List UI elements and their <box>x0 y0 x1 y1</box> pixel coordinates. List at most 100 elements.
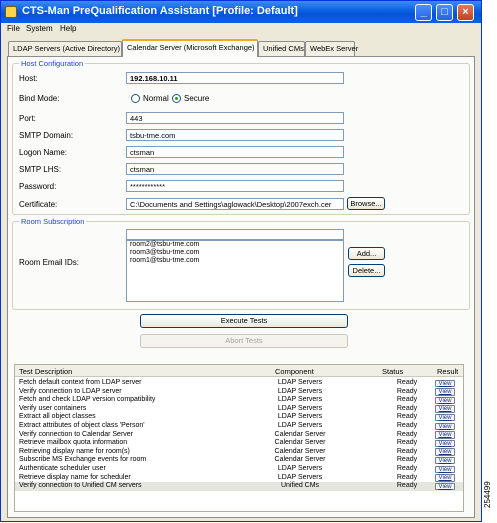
table-row[interactable]: Extract attributes of object class 'Pers… <box>15 422 463 431</box>
col-test-description[interactable]: Test Description <box>19 367 72 376</box>
test-description-cell: Extract attributes of object class 'Pers… <box>19 422 145 429</box>
table-row[interactable]: Retrieve display name for scheduler LDAP … <box>15 474 463 483</box>
component-cell: LDAP Servers <box>277 379 323 386</box>
logon-name-input[interactable]: ctsman <box>126 146 344 158</box>
tab-webex-server[interactable]: WebEx Server <box>305 41 358 56</box>
view-result-button[interactable]: View <box>435 431 455 439</box>
table-row[interactable]: Fetch and check LDAP version compatibili… <box>15 396 463 405</box>
maximize-button[interactable]: □ <box>436 4 453 21</box>
host-label: Host: <box>19 74 38 83</box>
status-cell: Ready <box>396 404 418 412</box>
status-cell: Ready <box>396 396 418 404</box>
component-cell: LDAP Servers <box>277 413 323 421</box>
menu-help[interactable]: Help <box>60 24 76 33</box>
view-result-button[interactable]: View <box>435 439 455 448</box>
test-description-cell: Retrieving display name for room(s) <box>19 447 130 455</box>
app-icon <box>5 6 17 18</box>
component-cell: Calendar Server <box>274 447 326 455</box>
room-email-list[interactable]: room2@tsbu-tme.com room3@tsbu-tme.com ro… <box>126 240 344 302</box>
col-result[interactable]: Result <box>437 367 458 376</box>
close-button[interactable]: × <box>457 4 474 21</box>
bind-secure-radio[interactable] <box>172 94 181 103</box>
browse-button[interactable]: Browse... <box>347 197 385 210</box>
status-cell: Ready <box>396 387 418 395</box>
smtp-domain-input[interactable]: tsbu-tme.com <box>126 129 344 141</box>
minimize-button[interactable]: _ <box>415 4 432 21</box>
password-input[interactable]: ************ <box>126 180 344 192</box>
view-result-button[interactable]: View <box>435 465 455 473</box>
component-cell: Calendar Server <box>274 439 326 447</box>
menu-file[interactable]: File <box>7 24 20 33</box>
status-cell: Ready <box>396 379 418 386</box>
tab-calendar-server[interactable]: Calendar Server (Microsoft Exchange) <box>122 39 258 57</box>
list-item[interactable]: room3@tsbu-tme.com <box>127 249 343 257</box>
port-input[interactable]: 443 <box>126 112 344 124</box>
table-row[interactable]: Authenticate scheduler user LDAP Servers R… <box>15 465 463 474</box>
status-cell: Ready <box>396 430 418 438</box>
table-row[interactable]: Fetch default context from LDAP server LD… <box>15 379 463 388</box>
status-cell: Ready <box>396 422 418 429</box>
results-table: Test Description Component Status Result… <box>14 364 464 512</box>
status-cell: Ready <box>396 465 418 472</box>
component-cell: LDAP Servers <box>277 387 323 395</box>
tab-unified-cms[interactable]: Unified CMs <box>258 41 305 56</box>
execute-tests-button[interactable]: Execute Tests <box>140 314 348 328</box>
abort-tests-button[interactable]: Abort Tests <box>140 334 348 348</box>
status-cell: Ready <box>396 456 418 464</box>
bind-normal-radio[interactable] <box>131 94 140 103</box>
figure-number: 254499 <box>483 481 492 508</box>
table-row[interactable]: Verify connection to Unified CM servers U… <box>15 482 463 491</box>
test-description-cell: Verify connection to Unified CM servers <box>19 482 142 490</box>
menu-bar: File System Help <box>1 23 481 37</box>
list-item[interactable]: room1@tsbu-tme.com <box>127 257 343 265</box>
table-row[interactable]: Verify connection to Calendar Server Cale… <box>15 431 463 440</box>
table-row[interactable]: Extract all object classes LDAP Servers Re… <box>15 413 463 422</box>
view-result-button[interactable]: View <box>435 388 455 396</box>
status-cell: Ready <box>396 482 418 490</box>
view-result-button[interactable]: View <box>435 474 455 482</box>
component-cell: Calendar Server <box>274 430 326 438</box>
port-label: Port: <box>19 114 36 123</box>
host-input[interactable]: 192.168.10.11 <box>126 72 344 84</box>
table-row[interactable]: Verify user containers LDAP Servers Ready V… <box>15 405 463 414</box>
test-description-cell: Verify connection to Calendar Server <box>19 430 134 438</box>
room-email-label: Room Email IDs: <box>19 258 80 267</box>
view-result-button[interactable]: View <box>435 422 455 430</box>
table-row[interactable]: Subscribe MS Exchange events for room Cal… <box>15 456 463 465</box>
component-cell: LDAP Servers <box>277 404 323 412</box>
col-status[interactable]: Status <box>382 367 403 376</box>
test-description-cell: Extract all object classes <box>19 413 96 421</box>
view-result-button[interactable]: View <box>435 456 455 465</box>
component-cell: Unified CMs <box>280 482 320 490</box>
view-result-button[interactable]: View <box>435 413 455 422</box>
table-row[interactable]: Retrieve mailbox quota information Calend… <box>15 439 463 448</box>
view-result-button[interactable]: View <box>435 405 455 413</box>
title-bar[interactable]: CTS-Man PreQualification Assistant [Prof… <box>1 1 481 23</box>
menu-system[interactable]: System <box>26 24 53 33</box>
smtp-lhs-input[interactable]: ctsman <box>126 163 344 175</box>
table-row[interactable]: Retrieving display name for room(s) Calen… <box>15 448 463 457</box>
room-email-input[interactable] <box>126 229 344 240</box>
component-cell: Calendar Server <box>274 456 326 464</box>
bind-mode-label: Bind Mode: <box>19 94 60 103</box>
status-cell: Ready <box>396 473 418 481</box>
view-result-button[interactable]: View <box>435 448 455 456</box>
test-description-cell: Subscribe MS Exchange events for room <box>19 456 147 464</box>
table-row[interactable]: Verify connection to LDAP server LDAP Ser… <box>15 388 463 397</box>
bind-secure-label: Secure <box>184 94 210 103</box>
table-header: Test Description Component Status Result <box>15 365 463 377</box>
delete-email-button[interactable]: Delete... <box>348 264 385 277</box>
component-cell: LDAP Servers <box>277 465 323 472</box>
col-component[interactable]: Component <box>275 367 314 376</box>
view-result-button[interactable]: View <box>435 379 455 387</box>
view-result-button[interactable]: View <box>435 482 455 491</box>
add-email-button[interactable]: Add... <box>348 247 385 260</box>
tab-panel: Host Configuration Host: 192.168.10.11 B… <box>7 56 475 518</box>
certificate-input[interactable]: C:\Documents and Settings\aglowack\Deskt… <box>126 198 344 210</box>
view-result-button[interactable]: View <box>435 396 455 405</box>
tab-ldap-servers[interactable]: LDAP Servers (Active Directory) <box>8 41 122 56</box>
bind-normal-label: Normal <box>143 94 169 103</box>
list-item[interactable]: room2@tsbu-tme.com <box>127 241 343 249</box>
room-subscription-legend: Room Subscription <box>21 217 85 226</box>
test-description-cell: Authenticate scheduler user <box>19 465 106 472</box>
